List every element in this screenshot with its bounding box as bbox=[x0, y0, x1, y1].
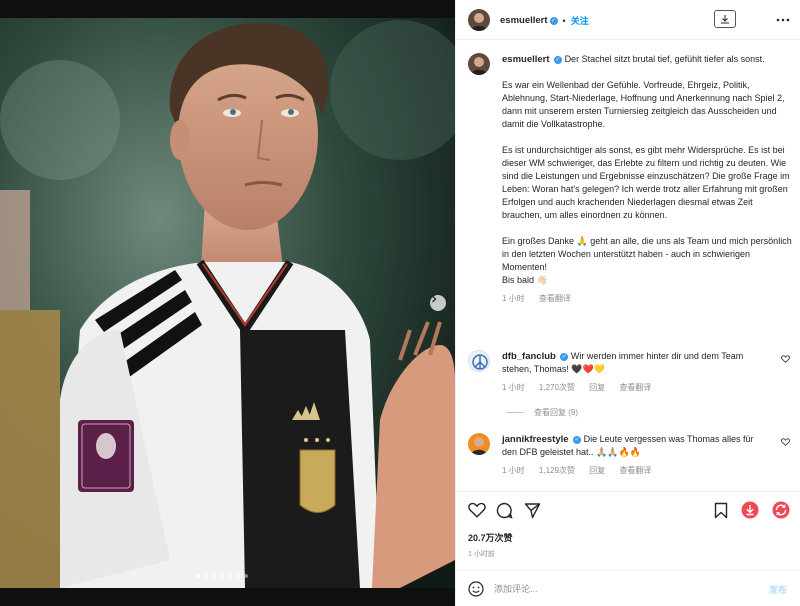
likes-count[interactable]: 20.7万次赞 bbox=[468, 531, 513, 544]
post-comment-button[interactable]: 发布 bbox=[769, 583, 787, 596]
separator-dot: • bbox=[562, 15, 566, 26]
replies-divider bbox=[506, 412, 524, 413]
post-media[interactable] bbox=[0, 0, 455, 606]
user-avatar-image bbox=[471, 57, 487, 75]
comment-icon bbox=[496, 502, 513, 519]
carousel-dot bbox=[228, 574, 232, 578]
user-avatar-image bbox=[471, 437, 487, 455]
comment-button[interactable] bbox=[496, 502, 513, 521]
avatar[interactable] bbox=[468, 350, 490, 372]
header-username[interactable]: esmuellert bbox=[500, 15, 548, 26]
see-translation-link[interactable]: 查看翻译 bbox=[539, 294, 571, 303]
comment-username[interactable]: jannikfreestyle bbox=[502, 434, 569, 445]
like-button[interactable] bbox=[468, 502, 486, 520]
see-translation-link[interactable]: 查看翻译 bbox=[619, 383, 651, 392]
caption-paragraph: Es ist undurchsichtiger als sonst, es gi… bbox=[502, 145, 790, 220]
like-comment-button[interactable] bbox=[781, 355, 790, 365]
post-header: esmuellert ✓ • 关注 bbox=[456, 0, 800, 40]
download-media-button[interactable] bbox=[741, 501, 759, 521]
download-circle-icon bbox=[741, 501, 759, 519]
view-replies-button[interactable]: 查看回复 (9) bbox=[506, 407, 578, 418]
comment-likes[interactable]: 1,270次赞 bbox=[539, 383, 575, 392]
verified-icon: ✓ bbox=[549, 16, 558, 25]
carousel-dot bbox=[204, 574, 208, 578]
view-replies-label: 查看回复 (9) bbox=[534, 408, 578, 417]
heart-icon bbox=[781, 355, 790, 363]
emoji-icon bbox=[468, 581, 484, 597]
like-comment-button[interactable] bbox=[781, 438, 790, 448]
comment-body: dfb_fanclub ✓ Wir werden immer hinter di… bbox=[502, 350, 767, 394]
header-user: esmuellert ✓ • 关注 bbox=[500, 14, 589, 27]
save-button[interactable] bbox=[714, 502, 728, 521]
comment-body: jannikfreestyle ✓ Die Leute vergessen wa… bbox=[502, 433, 767, 477]
comment-meta: 1 小时 1,270次赞 回复 查看翻译 bbox=[502, 381, 767, 394]
download-icon bbox=[721, 15, 729, 24]
caption-paragraph: Der Stachel sitzt brutal tief, gefühlt t… bbox=[564, 54, 765, 64]
caption-text: esmuellert ✓ Der Stachel sitzt brutal ti… bbox=[502, 53, 792, 305]
share-button[interactable] bbox=[524, 502, 541, 521]
follow-button[interactable]: 关注 bbox=[571, 14, 589, 27]
verified-icon: ✓ bbox=[554, 55, 563, 64]
carousel-dots bbox=[196, 574, 248, 578]
verified-icon: ✓ bbox=[560, 352, 569, 361]
repost-icon bbox=[772, 501, 790, 519]
verified-icon: ✓ bbox=[573, 435, 582, 444]
chevron-right-icon bbox=[432, 295, 437, 303]
comment-likes[interactable]: 1,129次赞 bbox=[539, 466, 575, 475]
carousel-dot bbox=[236, 574, 240, 578]
post-photo bbox=[0, 0, 455, 606]
caption-username[interactable]: esmuellert bbox=[502, 54, 550, 65]
caption-time[interactable]: 1 小时 bbox=[502, 294, 525, 303]
reply-button[interactable]: 回复 bbox=[589, 466, 605, 475]
comment-input[interactable] bbox=[494, 582, 754, 596]
comment-time[interactable]: 1 小时 bbox=[502, 383, 525, 392]
heart-icon bbox=[781, 438, 790, 446]
more-horizontal-icon bbox=[776, 18, 790, 22]
caption-paragraph: Ein großes Danke 🙏 geht an alle, die uns… bbox=[502, 236, 792, 272]
avatar[interactable] bbox=[468, 433, 490, 455]
comment-time[interactable]: 1 小时 bbox=[502, 466, 525, 475]
see-translation-link[interactable]: 查看翻译 bbox=[619, 466, 651, 475]
comment-meta: 1 小时 1,129次赞 回复 查看翻译 bbox=[502, 464, 767, 477]
avatar[interactable] bbox=[468, 9, 490, 31]
caption-meta: 1 小时 查看翻译 bbox=[502, 292, 792, 305]
carousel-dot bbox=[212, 574, 216, 578]
heart-icon bbox=[468, 502, 486, 518]
caption-paragraph: Bis bald 👋🏻 bbox=[502, 275, 548, 285]
send-icon bbox=[524, 503, 541, 519]
emoji-button[interactable] bbox=[468, 581, 484, 599]
post-actions bbox=[456, 491, 800, 531]
carousel-dot bbox=[220, 574, 224, 578]
peace-sign-icon bbox=[472, 354, 488, 370]
user-avatar-image bbox=[471, 13, 487, 31]
comments-scroll[interactable]: esmuellert ✓ Der Stachel sitzt brutal ti… bbox=[456, 41, 800, 491]
download-button[interactable] bbox=[714, 10, 736, 28]
comment-composer: 发布 bbox=[456, 570, 800, 606]
next-media-button[interactable] bbox=[430, 295, 446, 311]
bookmark-icon bbox=[714, 502, 728, 519]
carousel-dot bbox=[244, 574, 248, 578]
reply-button[interactable]: 回复 bbox=[589, 383, 605, 392]
more-options-button[interactable] bbox=[776, 11, 790, 25]
post-modal: esmuellert ✓ • 关注 esmuellert ✓ Der Stach… bbox=[0, 0, 800, 606]
post-sidebar: esmuellert ✓ • 关注 esmuellert ✓ Der Stach… bbox=[455, 0, 800, 606]
posted-time[interactable]: 1 小时前 bbox=[468, 549, 495, 559]
caption-paragraph: Es war ein Wellenbad der Gefühle. Vorfre… bbox=[502, 80, 785, 129]
avatar[interactable] bbox=[468, 53, 490, 75]
repost-button[interactable] bbox=[772, 501, 790, 521]
comment-username[interactable]: dfb_fanclub bbox=[502, 351, 556, 362]
carousel-dot bbox=[196, 574, 200, 578]
